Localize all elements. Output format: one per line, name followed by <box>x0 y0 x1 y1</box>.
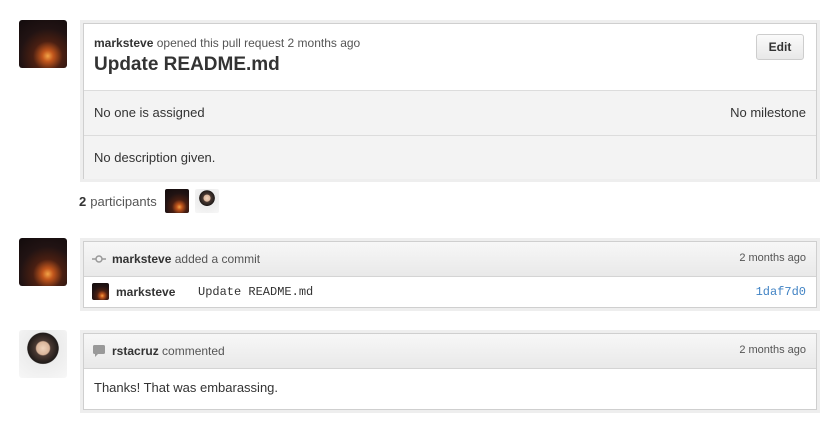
comment-label: rstacruz commented <box>112 344 225 358</box>
edit-button[interactable]: Edit <box>756 34 804 60</box>
commit-event-action: added a commit <box>174 252 261 266</box>
commit-event-time: 2 months ago <box>739 252 806 264</box>
pull-request-author[interactable]: marksteve <box>94 36 153 50</box>
commit-event-author[interactable]: marksteve <box>112 252 171 266</box>
pull-request-box: marksteve opened this pull request 2 mon… <box>83 23 817 179</box>
participants-bar: 2 participants <box>79 188 219 214</box>
comment-header: rstacruz commented 2 months ago <box>84 334 816 369</box>
assignee-text[interactable]: No one is assigned <box>94 105 205 120</box>
commit-row: marksteve Update README.md 1daf7d0 <box>84 277 816 307</box>
commit-sha-link[interactable]: 1daf7d0 <box>756 285 806 299</box>
pull-request-title: Update README.md <box>94 54 280 75</box>
commit-message[interactable]: Update README.md <box>198 285 313 299</box>
description-text: No description given. <box>94 150 216 165</box>
commit-author[interactable]: marksteve <box>116 285 175 299</box>
assignee-milestone-row: No one is assigned No milestone <box>84 90 816 135</box>
comment-body: Thanks! That was embarassing. <box>94 380 279 395</box>
pull-request-opened-text: opened this pull request <box>156 36 285 50</box>
comment-time: 2 months ago <box>739 344 806 356</box>
comment-action: commented <box>162 344 225 358</box>
participants-label: participants <box>90 193 157 209</box>
avatar-marksteve-commit[interactable] <box>19 238 67 286</box>
comment-icon <box>92 344 106 358</box>
avatar-rstacruz[interactable] <box>19 330 67 378</box>
commit-event-header: marksteve added a commit 2 months ago <box>84 242 816 277</box>
commit-icon <box>92 252 106 266</box>
commit-author-avatar[interactable] <box>92 283 109 300</box>
participant-avatar-marksteve[interactable] <box>164 189 189 213</box>
pull-request-time: 2 months ago <box>287 36 361 50</box>
commit-event-box: marksteve added a commit 2 months ago ma… <box>83 241 817 308</box>
description-row: No description given. <box>84 135 816 179</box>
milestone-text[interactable]: No milestone <box>730 105 806 120</box>
commit-event-label: marksteve added a commit <box>112 252 260 266</box>
avatar-marksteve[interactable] <box>19 20 67 68</box>
pull-request-header: marksteve opened this pull request 2 mon… <box>84 24 816 90</box>
comment-box: rstacruz commented 2 months ago Thanks! … <box>83 333 817 410</box>
participants-count: 2 <box>79 193 87 209</box>
participant-avatar-rstacruz[interactable] <box>194 189 219 213</box>
pull-request-meta: marksteve opened this pull request 2 mon… <box>94 36 360 50</box>
comment-author[interactable]: rstacruz <box>112 344 159 358</box>
